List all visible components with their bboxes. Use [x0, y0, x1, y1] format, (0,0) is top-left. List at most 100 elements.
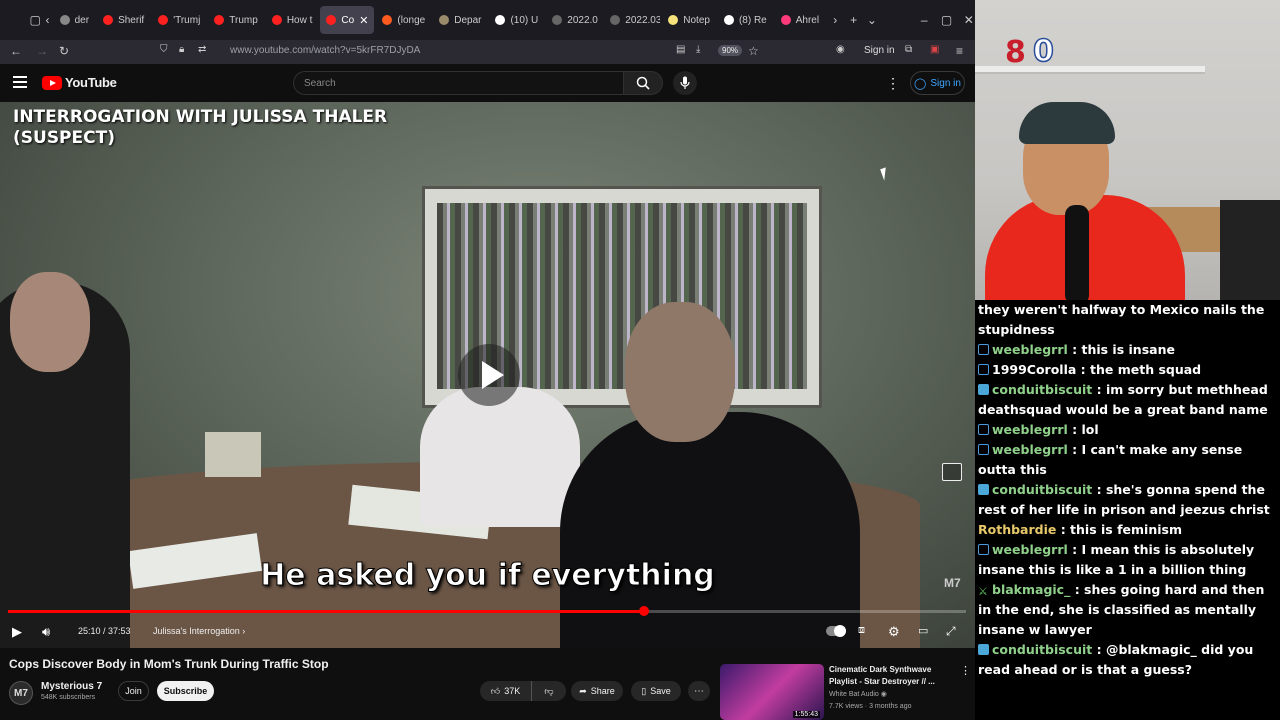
chat-username[interactable]: weeblegrrl	[992, 442, 1068, 457]
chat-username[interactable]: weeblegrrl	[992, 542, 1068, 557]
tab-favicon-icon	[326, 15, 337, 25]
browser-tab[interactable]: How t	[266, 6, 319, 34]
reload-icon[interactable]: ↻	[59, 44, 69, 58]
permissions-icon[interactable]: ⇄	[198, 44, 206, 55]
bookmark-star-icon[interactable]: ☆	[748, 44, 759, 58]
dislike-button[interactable]: 👎︎	[532, 681, 566, 701]
settings-gear-icon[interactable]: ⚙	[888, 624, 900, 640]
lock-icon[interactable]: 🔒︎	[179, 44, 184, 55]
extension-badge-icon[interactable]: ▣	[930, 44, 939, 55]
recommended-title[interactable]: Cinematic Dark Synthwave Playlist - Star…	[829, 664, 954, 688]
video-player[interactable]: INTERROGATION WITH JULISSA THALER (SUSPE…	[0, 102, 975, 648]
minimize-icon[interactable]: –	[918, 9, 930, 31]
browser-tab[interactable]: Notep	[662, 6, 716, 34]
save-label: Save	[650, 686, 671, 696]
stream-badge-icon: 8	[1005, 35, 1026, 70]
browser-tab[interactable]: (8) Re	[718, 6, 773, 34]
browser-tab[interactable]: Sherif	[97, 6, 150, 34]
chat-username[interactable]: conduitbiscuit	[992, 482, 1092, 497]
app-menu-icon[interactable]: ≡	[956, 44, 963, 58]
search-input[interactable]: Search	[293, 71, 623, 95]
back-icon[interactable]: ←	[10, 44, 22, 58]
maximize-icon[interactable]: ▢	[940, 9, 952, 31]
list-tabs-icon[interactable]: ⌄	[866, 9, 878, 31]
large-play-button[interactable]	[458, 344, 520, 406]
zoom-level[interactable]: 90%	[718, 45, 743, 56]
chat-username[interactable]: weeblegrrl	[992, 342, 1068, 357]
close-tab-icon[interactable]: ✕	[359, 14, 368, 27]
extensions-icon[interactable]: ⧉	[905, 44, 912, 55]
new-tab-icon[interactable]: +	[847, 9, 859, 31]
browser-tab[interactable]: Depar	[433, 6, 487, 34]
fullscreen-icon[interactable]: ⤢	[946, 624, 956, 639]
theater-mode-icon[interactable]: ▭	[918, 624, 928, 637]
progress-bar[interactable]	[8, 606, 966, 616]
browser-tab[interactable]: (longe	[376, 6, 431, 34]
video-overlay-title: INTERROGATION WITH JULISSA THALER (SUSPE…	[13, 107, 388, 148]
guide-menu-icon[interactable]	[13, 76, 27, 88]
person-badge-icon	[978, 364, 989, 375]
browser-tab[interactable]: (10) U	[489, 6, 544, 34]
tab-favicon-icon	[495, 15, 506, 25]
tab-label: 'Trumj	[173, 14, 201, 26]
chat-message: they weren't halfway to Mexico nails the…	[978, 300, 1276, 340]
chat-username[interactable]: 1999Corolla	[992, 362, 1076, 377]
url-text[interactable]: www.youtube.com/watch?v=5krFR7DJyDA	[230, 45, 420, 56]
join-button[interactable]: Join	[118, 681, 149, 701]
more-actions-button[interactable]: ⋯	[688, 681, 710, 701]
chapter-title[interactable]: Julissa's Interrogation ›	[153, 626, 245, 636]
captions-icon[interactable]: ⧈	[858, 624, 865, 637]
browser-tab[interactable]: 'Trumj	[152, 6, 206, 34]
tab-favicon-icon	[723, 15, 734, 25]
screen-badge-icon	[978, 484, 989, 495]
like-button[interactable]: 👍︎ 37K	[480, 681, 532, 701]
progress-fill	[8, 610, 645, 613]
chat-username[interactable]: conduitbiscuit	[992, 642, 1092, 657]
download-icon[interactable]: ⤓	[696, 44, 700, 55]
search-button[interactable]	[623, 71, 663, 95]
reader-view-icon[interactable]: ▤	[676, 44, 685, 55]
browser-tab[interactable]: Trump	[208, 6, 264, 34]
youtube-logo[interactable]: YouTube	[42, 75, 117, 90]
scroll-tabs-left-icon[interactable]: ‹	[41, 9, 53, 31]
chat-username[interactable]: Rothbardie	[978, 522, 1056, 537]
shield-icon[interactable]: ⛉	[160, 44, 168, 55]
browser-signin-link[interactable]: Sign in	[864, 45, 895, 56]
close-window-icon[interactable]: ✕	[963, 9, 975, 31]
save-button[interactable]: ▯ Save	[631, 681, 681, 701]
browser-tab[interactable]: Ahrel	[775, 6, 825, 34]
subscribe-button[interactable]: Subscribe	[157, 681, 214, 701]
miniplayer-button[interactable]	[942, 463, 962, 481]
chat-message: ⚔ blakmagic_ : shes going hard and then i…	[978, 580, 1276, 640]
recommended-thumbnail[interactable]: 1:55:43	[720, 664, 824, 720]
tab-label: Co	[341, 14, 355, 26]
channel-avatar[interactable]: M7	[9, 681, 33, 705]
chat-username[interactable]: conduitbiscuit	[992, 382, 1092, 397]
chat-username[interactable]: blakmagic_	[992, 582, 1070, 597]
browser-tab[interactable]: 2022.03.1	[604, 6, 660, 34]
play-icon[interactable]: ▶	[12, 624, 22, 640]
share-button[interactable]: ➦ Share	[571, 681, 623, 701]
webcam-dark-object	[1220, 200, 1280, 300]
forward-icon[interactable]: →	[36, 44, 48, 58]
tab-overview-icon[interactable]: ▢	[29, 9, 41, 31]
channel-name[interactable]: Mysterious 7	[41, 681, 102, 692]
video-frame-person	[0, 272, 130, 648]
browser-tab[interactable]: Co ✕	[320, 6, 375, 34]
scroll-tabs-right-icon[interactable]: ›	[829, 9, 841, 31]
browser-tab[interactable]: der	[54, 6, 95, 34]
recommended-channel[interactable]: White Bat Audio ◉	[829, 690, 887, 698]
account-icon[interactable]: ◉	[836, 44, 845, 55]
chat-message: weeblegrrl : I can't make any sense outt…	[978, 440, 1276, 480]
browser-tab[interactable]: 2022.0	[546, 6, 602, 34]
video-title: Cops Discover Body in Mom's Trunk During…	[9, 657, 329, 671]
autoplay-toggle[interactable]	[826, 625, 846, 637]
youtube-signin-button[interactable]: ◯ Sign in	[910, 71, 965, 95]
settings-kebab-icon[interactable]: ⋮	[886, 75, 900, 92]
chat-username[interactable]: weeblegrrl	[992, 422, 1068, 437]
tab-favicon-icon	[59, 15, 70, 25]
volume-icon[interactable]: 🔊︎	[42, 624, 50, 640]
channel-watermark[interactable]: M7	[944, 576, 961, 590]
voice-search-button[interactable]	[673, 71, 697, 95]
recommended-menu-icon[interactable]: ⋮	[960, 664, 971, 677]
